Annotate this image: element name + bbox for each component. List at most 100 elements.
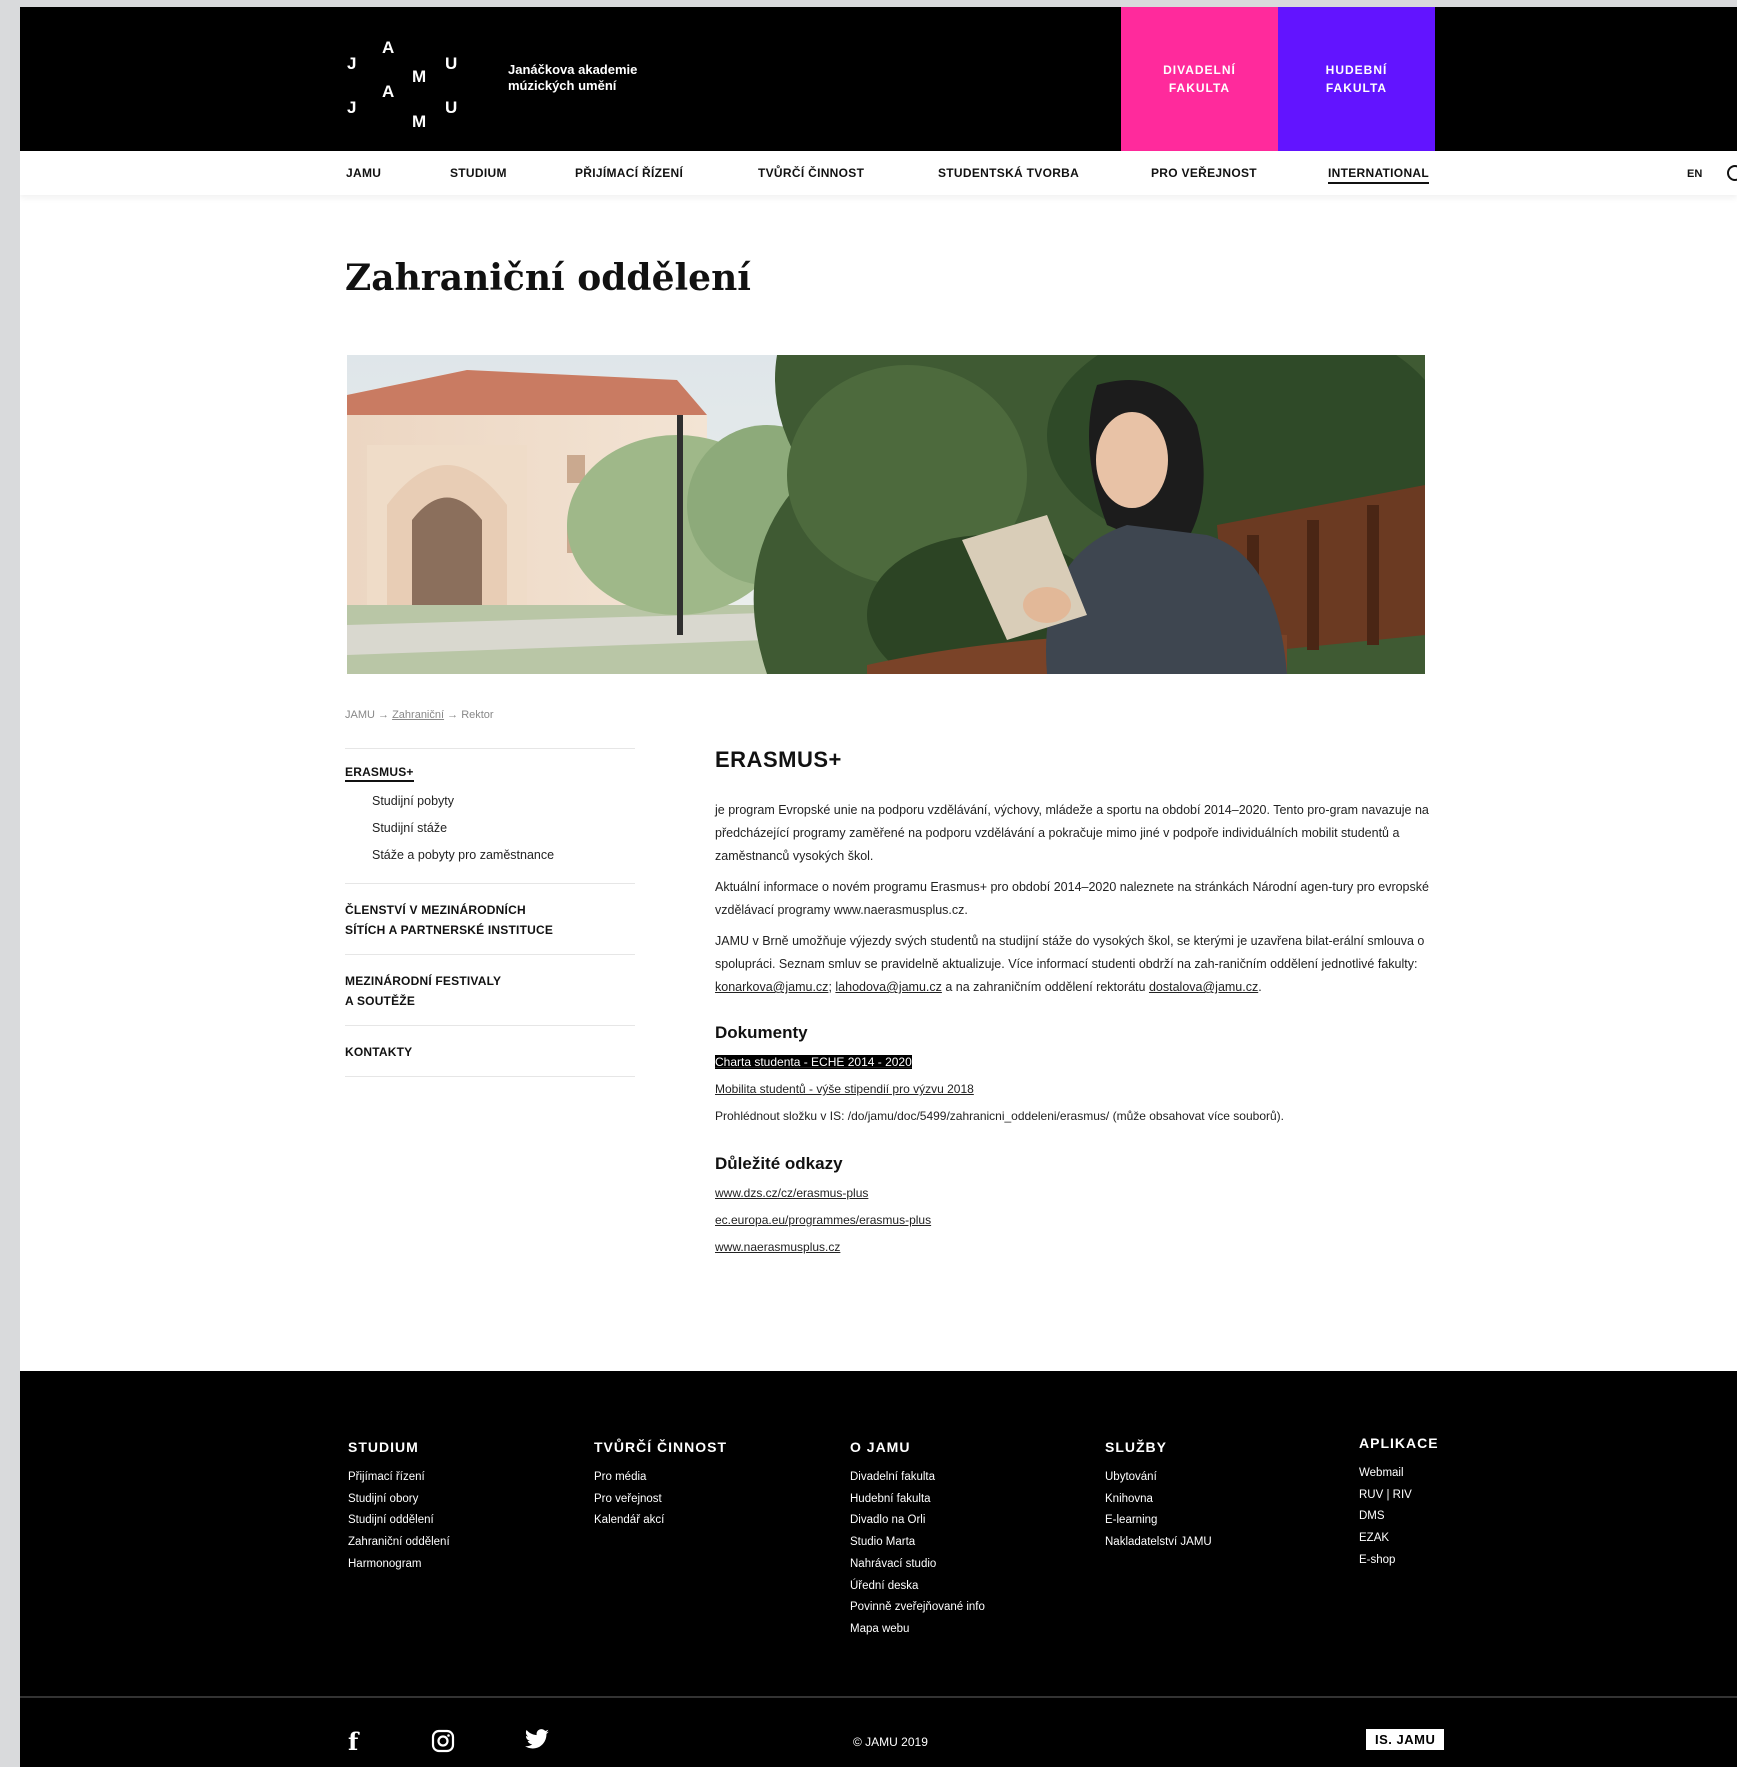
document-link-mobilita[interactable]: Mobilita studentů - výše stipendií pro v… — [715, 1076, 1435, 1103]
external-link-naerasmusplus[interactable]: www.naerasmusplus.cz — [715, 1234, 1435, 1261]
main-content: ERASMUS+ je program Evropské unie na pod… — [715, 747, 1435, 1261]
jamu-logo[interactable]: J A U M J A U M — [345, 31, 465, 131]
footer-link[interactable]: Harmonogram — [348, 1554, 568, 1576]
footer-link[interactable]: Pro média — [594, 1467, 814, 1489]
period: . — [1258, 980, 1262, 994]
document-link-label: Charta studenta - ECHE 2014 - 2020 — [715, 1055, 912, 1069]
breadcrumb-arrow: → — [378, 709, 390, 721]
footer-link[interactable]: Úřední deska — [850, 1576, 1070, 1598]
breadcrumb-arrow: → — [447, 709, 459, 721]
facebook-icon[interactable]: f — [348, 1727, 358, 1756]
footer-column-o-jamu: O JAMU Divadelní fakulta Hudební fakulta… — [850, 1439, 1070, 1641]
nav-item-jamu[interactable]: JAMU — [346, 166, 381, 180]
footer-link[interactable]: Divadelní fakulta — [850, 1467, 1070, 1489]
nav-item-prijimaci-rizeni[interactable]: PŘIJÍMACÍ ŘÍZENÍ — [575, 166, 683, 180]
sidebar-item-studijni-pobyty[interactable]: Studijní pobyty — [345, 788, 635, 815]
footer-heading: APLIKACE — [1359, 1435, 1439, 1451]
logo-letter: J — [347, 98, 357, 117]
breadcrumb-zahranicni[interactable]: Zahraniční — [392, 709, 444, 721]
footer-heading: O JAMU — [850, 1439, 911, 1455]
logo-letter: A — [382, 82, 395, 101]
logo-letter: U — [445, 98, 458, 117]
footer-link[interactable]: E-shop — [1359, 1550, 1579, 1572]
footer-link[interactable]: Kalendář akcí — [594, 1510, 814, 1532]
sidebar-label: KONTAKTY — [345, 1045, 413, 1059]
footer-link[interactable]: Studijní obory — [348, 1489, 568, 1511]
footer-link[interactable]: Ubytování — [1105, 1467, 1325, 1489]
sidebar-label: SÍTÍCH A PARTNERSKÉ INSTITUCE — [345, 923, 554, 937]
sidebar-item-festivaly[interactable]: MEZINÁRODNÍ FESTIVALY A SOUTĚŽE — [345, 955, 635, 1025]
external-link-dzs[interactable]: www.dzs.cz/cz/erasmus-plus — [715, 1180, 1435, 1207]
paragraph-text: JAMU v Brně umožňuje výjezdy svých stude… — [715, 934, 1425, 971]
top-bar: J A U M J A U M Janáčkova akademie múzic… — [20, 7, 1737, 151]
footer-link[interactable]: Mapa webu — [850, 1619, 1070, 1641]
footer-heading: SLUŽBY — [1105, 1439, 1167, 1455]
email-link[interactable]: dostalova@jamu.cz — [1149, 980, 1258, 994]
footer-link[interactable]: Hudební fakulta — [850, 1489, 1070, 1511]
sidebar-label: ČLENSTVÍ V MEZINÁRODNÍCH — [345, 903, 526, 917]
nav-item-studentska-tvorba[interactable]: STUDENTSKÁ TVORBA — [938, 166, 1079, 180]
sidebar-label: A SOUTĚŽE — [345, 994, 416, 1008]
sidebar-label: MEZINÁRODNÍ FESTIVALY — [345, 974, 502, 988]
links-heading: Důležité odkazy — [715, 1154, 843, 1173]
footer-column-tvurci-cinnost: TVŮRČÍ ČINNOST Pro média Pro veřejnost K… — [594, 1439, 814, 1532]
sidebar-item-kontakty[interactable]: KONTAKTY — [345, 1026, 635, 1076]
footer-link[interactable]: Přijímací řízení — [348, 1467, 568, 1489]
paragraph: JAMU v Brně umožňuje výjezdy svých stude… — [715, 930, 1435, 999]
twitter-glyph — [525, 1729, 549, 1749]
search-icon[interactable] — [1727, 165, 1737, 181]
footer-link[interactable]: Zahraniční oddělení — [348, 1532, 568, 1554]
footer-link[interactable]: Webmail — [1359, 1463, 1579, 1485]
logo-letter: M — [412, 67, 427, 86]
content-heading: ERASMUS+ — [715, 747, 842, 772]
divadelni-fakulta-button[interactable]: DIVADELNÍ FAKULTA — [1121, 7, 1278, 151]
sidebar-item-clenstvi[interactable]: ČLENSTVÍ V MEZINÁRODNÍCH SÍTÍCH A PARTNE… — [345, 884, 635, 954]
divider — [345, 1076, 635, 1077]
page: J A U M J A U M Janáčkova akademie múzic… — [20, 7, 1737, 1767]
copyright: © JAMU 2019 — [853, 1735, 928, 1749]
paragraph: Aktuální informace o novém programu Eras… — [715, 880, 1429, 917]
email-link[interactable]: konarkova@jamu.cz — [715, 980, 828, 994]
footer-link[interactable]: Knihovna — [1105, 1489, 1325, 1511]
paragraph: je program Evropské unie na podporu vzdě… — [715, 803, 1429, 863]
hudebni-fakulta-button[interactable]: HUDEBNÍ FAKULTA — [1278, 7, 1435, 151]
sidebar-item-studijni-staze[interactable]: Studijní stáže — [345, 815, 635, 842]
footer-link[interactable]: E-learning — [1105, 1510, 1325, 1532]
external-link-ec-europa[interactable]: ec.europa.eu/programmes/erasmus-plus — [715, 1207, 1435, 1234]
faculty-label: HUDEBNÍ — [1325, 63, 1388, 77]
footer-link[interactable]: Studijní oddělení — [348, 1510, 568, 1532]
footer-column-aplikace: APLIKACE Webmail RUV | RIV DMS EZAK E-sh… — [1359, 1435, 1579, 1572]
sidebar-item-erasmus[interactable]: ERASMUS+ — [345, 764, 414, 782]
email-link[interactable]: lahodova@jamu.cz — [835, 980, 942, 994]
footer-heading: STUDIUM — [348, 1439, 419, 1455]
footer-link[interactable]: Nakladatelství JAMU — [1105, 1532, 1325, 1554]
language-switch[interactable]: EN — [1687, 168, 1702, 180]
logo-text: Janáčkova akademie múzických umění — [508, 62, 668, 94]
document-link-charta[interactable]: Charta studenta - ECHE 2014 - 2020 — [715, 1049, 1435, 1076]
footer-column-studium: STUDIUM Přijímací řízení Studijní obory … — [348, 1439, 568, 1576]
footer-link[interactable]: EZAK — [1359, 1528, 1579, 1550]
is-jamu-button[interactable]: IS. JAMU — [1366, 1729, 1445, 1750]
footer-divider — [20, 1696, 1737, 1698]
nav-item-pro-verejnost[interactable]: PRO VEŘEJNOST — [1151, 166, 1257, 180]
footer-link[interactable]: DMS — [1359, 1506, 1579, 1528]
folder-note: Prohlédnout složku v IS: /do/jamu/doc/54… — [715, 1109, 1284, 1123]
logo-line-2: múzických umění — [508, 78, 617, 93]
footer-link[interactable]: Nahrávací studio — [850, 1554, 1070, 1576]
nav-item-tvurci-cinnost[interactable]: TVŮRČÍ ČINNOST — [758, 166, 864, 180]
faculty-label: DIVADELNÍ — [1163, 63, 1236, 77]
footer-link[interactable]: Divadlo na Orli — [850, 1510, 1070, 1532]
footer-link[interactable]: Pro veřejnost — [594, 1489, 814, 1511]
footer-link[interactable]: RUV | RIV — [1359, 1485, 1579, 1507]
sidebar-item-staze-zamestnanci[interactable]: Stáže a pobyty pro zaměstnance — [345, 842, 635, 869]
breadcrumb-jamu[interactable]: JAMU — [345, 709, 375, 721]
footer: STUDIUM Přijímací řízení Studijní obory … — [20, 1371, 1737, 1767]
logo-letter: U — [445, 54, 458, 73]
nav-item-international[interactable]: INTERNATIONAL — [1328, 166, 1430, 184]
footer-link[interactable]: Povinně zveřejňované info — [850, 1597, 1070, 1619]
logo-letter: A — [382, 38, 395, 57]
instagram-icon[interactable] — [431, 1729, 455, 1760]
nav-item-studium[interactable]: STUDIUM — [450, 166, 507, 180]
footer-link[interactable]: Studio Marta — [850, 1532, 1070, 1554]
twitter-icon[interactable] — [524, 1729, 550, 1758]
